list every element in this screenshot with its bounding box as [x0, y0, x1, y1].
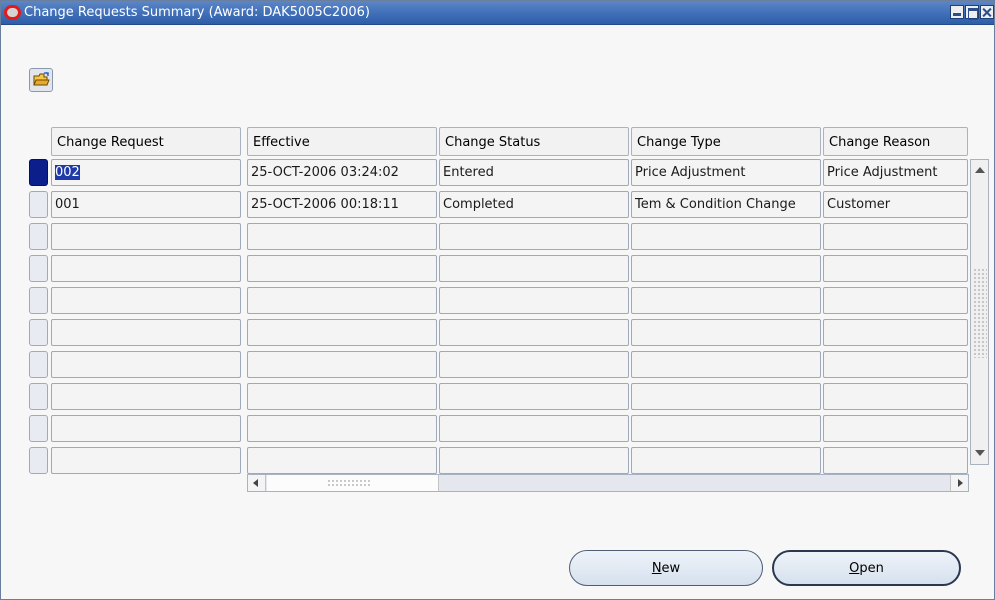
- cell-change-reason[interactable]: [823, 447, 968, 474]
- column-header-change-type[interactable]: Change Type: [631, 127, 821, 156]
- cell-change-status[interactable]: [439, 319, 629, 346]
- cell-value: Tem & Condition Change: [635, 197, 796, 212]
- scroll-right-icon[interactable]: [950, 475, 968, 491]
- cell-change-type[interactable]: Tem & Condition Change: [631, 191, 821, 218]
- cell-value: 25-OCT-2006 03:24:02: [251, 165, 399, 180]
- new-button[interactable]: New: [569, 550, 763, 586]
- cell-change-reason[interactable]: [823, 383, 968, 410]
- cell-value: 002: [55, 165, 80, 180]
- cell-change-reason[interactable]: [823, 351, 968, 378]
- new-button-mnemonic: N: [651, 560, 662, 576]
- oracle-logo-icon: [4, 5, 21, 20]
- row-selector[interactable]: [29, 319, 48, 346]
- cell-change-reason[interactable]: [823, 287, 968, 314]
- minimize-icon[interactable]: [950, 5, 964, 19]
- cell-effective[interactable]: [247, 415, 437, 442]
- cell-change-request[interactable]: [51, 415, 241, 442]
- cell-value: Completed: [443, 197, 514, 212]
- row-selector[interactable]: [29, 191, 48, 218]
- cell-change-request[interactable]: 002: [51, 159, 241, 186]
- cell-change-status[interactable]: [439, 415, 629, 442]
- cell-change-type[interactable]: Price Adjustment: [631, 159, 821, 186]
- open-button-mnemonic: O: [849, 560, 860, 576]
- cell-effective[interactable]: [247, 287, 437, 314]
- cell-change-status[interactable]: [439, 223, 629, 250]
- cell-change-status[interactable]: [439, 287, 629, 314]
- cell-change-status[interactable]: [439, 447, 629, 474]
- cell-change-status[interactable]: [439, 255, 629, 282]
- cell-change-request[interactable]: [51, 351, 241, 378]
- scroll-grip: [327, 479, 371, 487]
- row-selector[interactable]: [29, 287, 48, 314]
- cell-change-status[interactable]: [439, 351, 629, 378]
- cell-change-request[interactable]: [51, 223, 241, 250]
- cell-change-status[interactable]: [439, 383, 629, 410]
- cell-value: Price Adjustment: [827, 165, 938, 180]
- row-selector[interactable]: [29, 415, 48, 442]
- scroll-down-icon[interactable]: [972, 445, 987, 462]
- cell-change-request[interactable]: [51, 383, 241, 410]
- row-selector[interactable]: [29, 159, 48, 186]
- cell-change-reason[interactable]: [823, 319, 968, 346]
- open-button[interactable]: Open: [772, 550, 961, 586]
- cell-value: Price Adjustment: [635, 165, 746, 180]
- cell-change-reason[interactable]: [823, 255, 968, 282]
- cell-value: 25-OCT-2006 00:18:11: [251, 197, 399, 212]
- row-selector[interactable]: [29, 255, 48, 282]
- cell-change-type[interactable]: [631, 447, 821, 474]
- cell-effective[interactable]: [247, 383, 437, 410]
- column-header-change-reason[interactable]: Change Reason: [823, 127, 968, 156]
- maximize-icon[interactable]: [965, 5, 979, 20]
- cell-change-request[interactable]: [51, 447, 241, 474]
- open-folder-button[interactable]: [29, 68, 53, 92]
- folder-open-icon: [33, 72, 50, 86]
- cell-change-type[interactable]: [631, 415, 821, 442]
- horizontal-scroll-thumb[interactable]: [267, 475, 439, 491]
- cell-change-request[interactable]: [51, 319, 241, 346]
- cell-effective[interactable]: [247, 319, 437, 346]
- cell-change-status[interactable]: Entered: [439, 159, 629, 186]
- cell-change-type[interactable]: [631, 319, 821, 346]
- cell-value: Entered: [443, 165, 494, 180]
- cell-change-type[interactable]: [631, 223, 821, 250]
- row-selector[interactable]: [29, 383, 48, 410]
- scroll-grip[interactable]: [973, 268, 987, 358]
- cell-change-request[interactable]: [51, 255, 241, 282]
- cell-change-type[interactable]: [631, 287, 821, 314]
- cell-change-reason[interactable]: [823, 415, 968, 442]
- row-selector[interactable]: [29, 447, 48, 474]
- cell-value: 001: [55, 197, 80, 212]
- row-selector[interactable]: [29, 351, 48, 378]
- title-bar[interactable]: Change Requests Summary (Award: DAK5005C…: [1, 1, 994, 25]
- change-requests-window: Change Requests Summary (Award: DAK5005C…: [0, 0, 995, 600]
- cell-change-type[interactable]: [631, 351, 821, 378]
- cell-change-type[interactable]: [631, 383, 821, 410]
- cell-change-reason[interactable]: Price Adjustment: [823, 159, 968, 186]
- column-header-change-request[interactable]: Change Request: [51, 127, 241, 156]
- open-button-label: pen: [859, 560, 884, 576]
- scroll-left-icon[interactable]: [248, 475, 266, 491]
- vertical-scrollbar[interactable]: [970, 159, 989, 465]
- cell-effective[interactable]: [247, 447, 437, 474]
- horizontal-scrollbar[interactable]: [247, 474, 969, 492]
- new-button-label: ew: [661, 560, 681, 576]
- column-header-effective[interactable]: Effective: [247, 127, 437, 156]
- cell-change-status[interactable]: Completed: [439, 191, 629, 218]
- close-icon[interactable]: [980, 5, 994, 19]
- cell-value: Customer: [827, 197, 891, 212]
- window-title: Change Requests Summary (Award: DAK5005C…: [24, 5, 371, 20]
- cell-effective[interactable]: [247, 255, 437, 282]
- cell-change-reason[interactable]: [823, 223, 968, 250]
- cell-change-request[interactable]: [51, 287, 241, 314]
- row-selector[interactable]: [29, 223, 48, 250]
- cell-change-request[interactable]: 001: [51, 191, 241, 218]
- column-header-change-status[interactable]: Change Status: [439, 127, 629, 156]
- scroll-up-icon[interactable]: [972, 162, 987, 179]
- cell-change-reason[interactable]: Customer: [823, 191, 968, 218]
- cell-effective[interactable]: 25-OCT-2006 00:18:11: [247, 191, 437, 218]
- cell-effective[interactable]: [247, 351, 437, 378]
- cell-effective[interactable]: 25-OCT-2006 03:24:02: [247, 159, 437, 186]
- cell-effective[interactable]: [247, 223, 437, 250]
- cell-change-type[interactable]: [631, 255, 821, 282]
